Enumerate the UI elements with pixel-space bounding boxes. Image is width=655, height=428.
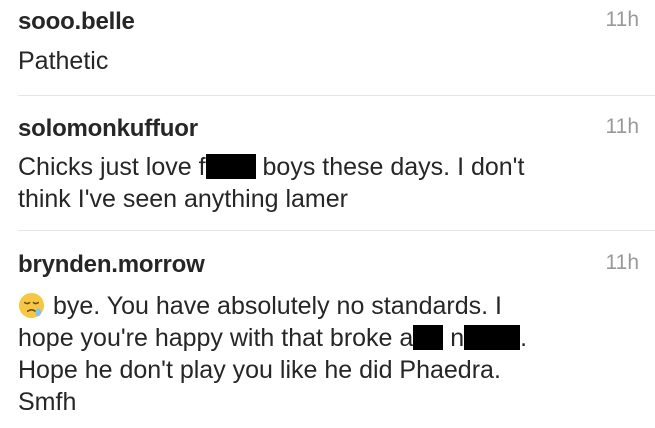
comment-text-line: Hope he don't play you like he did Phaed… xyxy=(18,356,501,384)
comment-text: Pathetic xyxy=(18,47,109,75)
comment-text-segment: boys these days. I don't xyxy=(255,153,525,181)
sleepy-face-emoji-icon xyxy=(18,292,45,319)
comment-username[interactable]: solomonkuffuor xyxy=(18,115,198,143)
comment-text-line: Smfh xyxy=(18,388,77,416)
redaction-box xyxy=(464,325,521,350)
comment-3: brynden.morrow 11h bye. You have absolut… xyxy=(18,251,641,428)
comment-text-line: Chicks just love f boys these days. I do… xyxy=(18,151,613,183)
comment-2: solomonkuffuor 11h Chicks just love f bo… xyxy=(18,115,641,225)
comment-text-segment: n xyxy=(443,324,465,352)
comment-divider xyxy=(18,230,655,231)
comment-text: bye. You have absolutely no standards. I… xyxy=(18,290,613,418)
comment-text: Chicks just love f boys these days. I do… xyxy=(18,151,613,215)
comment-text-line: bye. You have absolutely no standards. I xyxy=(18,290,613,322)
redaction-box xyxy=(413,325,444,350)
comment-timestamp[interactable]: 11h xyxy=(606,115,639,139)
comment-username[interactable]: brynden.morrow xyxy=(18,251,205,279)
comment-text-segment: hope you're happy with that broke a xyxy=(18,324,414,352)
comment-divider xyxy=(18,95,655,96)
comment-text-segment: bye. You have absolutely no standards. I xyxy=(53,292,502,320)
comment-text-line: think I've seen anything lamer xyxy=(18,185,348,213)
comment-username[interactable]: sooo.belle xyxy=(18,8,135,36)
comment-text-segment: Chicks just love f xyxy=(18,153,206,181)
comment-text-segment: . xyxy=(520,324,528,352)
comment-text-line: hope you're happy with that broke a n. xyxy=(18,322,613,354)
comment-timestamp[interactable]: 11h xyxy=(606,8,639,32)
comment-timestamp[interactable]: 11h xyxy=(606,251,639,275)
redaction-box xyxy=(205,154,256,179)
comment-1: sooo.belle 11h Pathetic xyxy=(18,8,641,88)
